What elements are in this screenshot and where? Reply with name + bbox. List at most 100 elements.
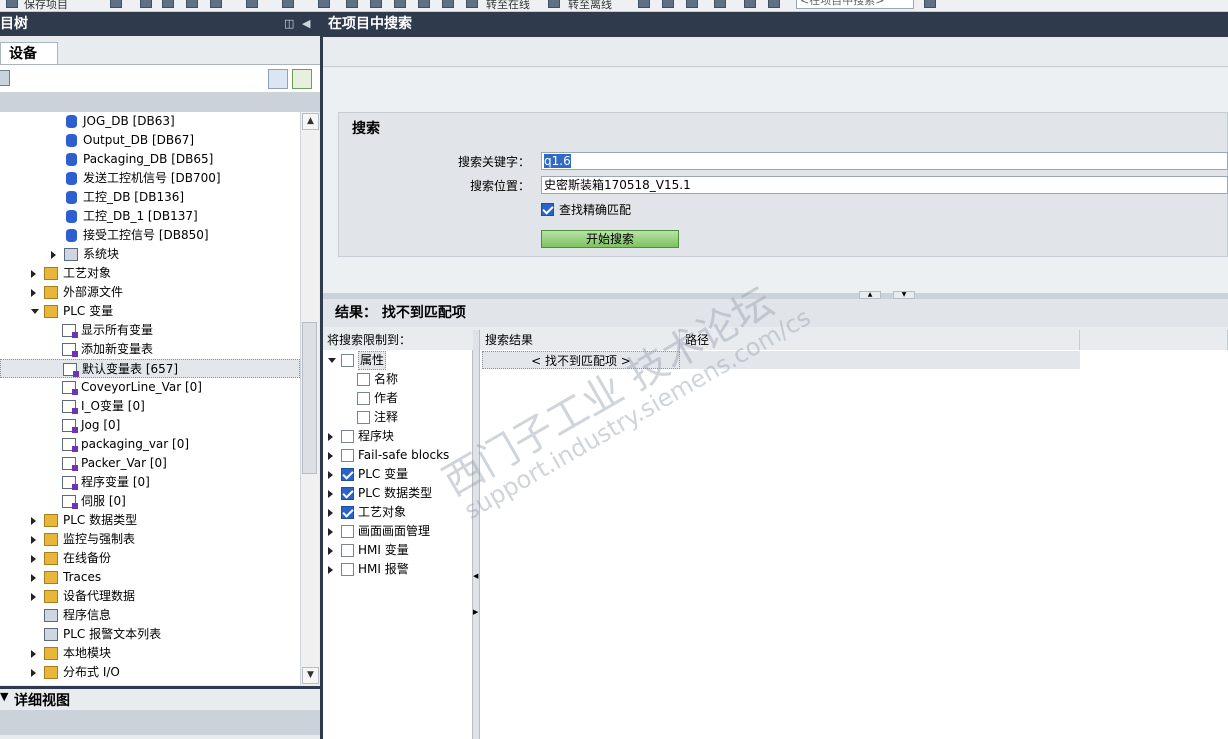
- tree-item[interactable]: 接受工控信号 [DB850]: [0, 226, 300, 245]
- keyword-input[interactable]: q1.6: [541, 152, 1228, 170]
- filter-checkbox[interactable]: [341, 354, 354, 367]
- collapse-arrow-icon[interactable]: [31, 309, 39, 314]
- go-online-icon[interactable]: [466, 0, 478, 8]
- tab-devices[interactable]: 设备: [0, 42, 58, 64]
- expand-arrow-icon[interactable]: [328, 547, 333, 555]
- cut-icon[interactable]: [140, 0, 152, 8]
- tree-item[interactable]: 工控_DB_1 [DB137]: [0, 207, 300, 226]
- scroll-down-button[interactable]: ▼: [302, 667, 319, 684]
- filter-checkbox[interactable]: [341, 468, 354, 481]
- tree-item[interactable]: PLC 报警文本列表: [0, 625, 300, 644]
- split-horizontal-icon[interactable]: [744, 0, 756, 8]
- exact-match-checkbox[interactable]: [541, 203, 554, 216]
- expand-arrow-icon[interactable]: [31, 574, 36, 582]
- filter-checkbox[interactable]: [357, 392, 370, 405]
- save-project-button[interactable]: 保存项目: [24, 0, 68, 11]
- copy-icon[interactable]: [162, 0, 174, 8]
- tree-item[interactable]: 监控与强制表: [0, 530, 300, 549]
- filter-item[interactable]: 名称: [325, 370, 471, 389]
- go-offline-icon[interactable]: [548, 0, 560, 8]
- scrollbar-thumb[interactable]: [302, 322, 317, 474]
- collapse-arrow-icon[interactable]: [328, 358, 336, 363]
- splitter-up-icon[interactable]: ▲: [859, 291, 881, 299]
- tree-item[interactable]: 本地模块: [0, 644, 300, 663]
- tree-item[interactable]: Packaging_DB [DB65]: [0, 150, 300, 169]
- tree-item[interactable]: 程序变量 [0]: [0, 473, 300, 492]
- expand-arrow-icon[interactable]: [328, 528, 333, 536]
- cross-reference-icon[interactable]: [662, 0, 674, 8]
- filter-item[interactable]: HMI 变量: [325, 541, 471, 560]
- tree-item[interactable]: 在线备份: [0, 549, 300, 568]
- tree-item[interactable]: Packer_Var [0]: [0, 454, 300, 473]
- tree-item[interactable]: PLC 数据类型: [0, 511, 300, 530]
- expand-arrow-icon[interactable]: [31, 555, 36, 563]
- table-row[interactable]: < 找不到匹配项 >: [482, 351, 1080, 369]
- tree-item[interactable]: 伺服 [0]: [0, 492, 300, 511]
- filter-item[interactable]: 画面画面管理: [325, 522, 471, 541]
- tree-item[interactable]: 程序信息: [0, 606, 300, 625]
- start-search-button[interactable]: 开始搜索: [541, 230, 679, 248]
- tree-item[interactable]: 添加新变量表: [0, 340, 300, 359]
- expand-arrow-icon[interactable]: [31, 270, 36, 278]
- expand-arrow-icon[interactable]: [31, 517, 36, 525]
- redo-icon[interactable]: [282, 0, 294, 8]
- filter-item[interactable]: 程序块: [325, 427, 471, 446]
- save-project-icon[interactable]: [6, 0, 18, 8]
- filter-item[interactable]: 属性: [325, 351, 471, 370]
- scroll-up-button[interactable]: ▲: [302, 113, 319, 130]
- download-icon[interactable]: [346, 0, 358, 8]
- splitter-down-icon[interactable]: ▼: [893, 291, 915, 299]
- add-device-icon[interactable]: [0, 70, 10, 86]
- splitter-left-icon[interactable]: ◀: [473, 572, 478, 580]
- filter-checkbox[interactable]: [341, 563, 354, 576]
- expand-arrow-icon[interactable]: [31, 289, 36, 297]
- pane-dock-icon[interactable]: ◫: [284, 12, 294, 36]
- tree-item[interactable]: 设备代理数据: [0, 587, 300, 606]
- filter-item[interactable]: 作者: [325, 389, 471, 408]
- filter-checkbox[interactable]: [341, 430, 354, 443]
- tree-item[interactable]: 显示所有变量: [0, 321, 300, 340]
- collapse-pane-icon[interactable]: ◀: [302, 12, 310, 36]
- expand-arrow-icon[interactable]: [328, 566, 333, 574]
- tree-export-icon[interactable]: [292, 69, 312, 89]
- search-go-icon[interactable]: [924, 0, 936, 8]
- compile-icon[interactable]: [318, 0, 330, 8]
- expand-arrow-icon[interactable]: [51, 251, 56, 259]
- filter-checkbox[interactable]: [341, 487, 354, 500]
- filter-item[interactable]: HMI 报警: [325, 560, 471, 579]
- filter-checkbox[interactable]: [357, 373, 370, 386]
- location-input[interactable]: 史密斯装箱170518_V15.1: [541, 176, 1228, 194]
- expand-arrow-icon[interactable]: [31, 650, 36, 658]
- undo-icon[interactable]: [246, 0, 258, 8]
- tree-item[interactable]: JOG_DB [DB63]: [0, 112, 300, 131]
- filter-checkbox[interactable]: [341, 449, 354, 462]
- tree-item[interactable]: 工艺对象: [0, 264, 300, 283]
- tree-item[interactable]: Traces: [0, 568, 300, 587]
- tree-item[interactable]: packaging_var [0]: [0, 435, 300, 454]
- expand-arrow-icon[interactable]: [328, 490, 333, 498]
- tree-view-icon[interactable]: [268, 69, 288, 89]
- filter-checkbox[interactable]: [357, 411, 370, 424]
- tree-item[interactable]: 发送工控机信号 [DB700]: [0, 169, 300, 188]
- tree-item[interactable]: 系统块: [0, 245, 300, 264]
- filter-checkbox[interactable]: [341, 506, 354, 519]
- start-cpu-icon[interactable]: [418, 0, 430, 8]
- close-icon[interactable]: [714, 0, 726, 8]
- go-offline-button[interactable]: 转至离线: [568, 0, 612, 11]
- tree-item[interactable]: 默认变量表 [657]: [0, 359, 300, 378]
- filter-item[interactable]: 注释: [325, 408, 471, 427]
- go-online-button[interactable]: 转至在线: [486, 0, 530, 11]
- expand-arrow-icon[interactable]: [328, 471, 333, 479]
- expand-arrow-icon[interactable]: [31, 669, 36, 677]
- splitter-right-icon[interactable]: ▶: [473, 608, 478, 616]
- stop-cpu-icon[interactable]: [442, 0, 454, 8]
- tree-item[interactable]: 工控_DB [DB136]: [0, 188, 300, 207]
- filter-splitter[interactable]: ◀ ▶: [473, 330, 480, 739]
- tree-item[interactable]: 分布式 I/O: [0, 663, 300, 682]
- upload-icon[interactable]: [370, 0, 382, 8]
- simulation-icon[interactable]: [394, 0, 406, 8]
- paste-icon[interactable]: [186, 0, 198, 8]
- tree-item[interactable]: I_O变量 [0]: [0, 397, 300, 416]
- details-expand-icon[interactable]: ▼: [0, 690, 8, 703]
- project-search-input[interactable]: <在项目中搜索>: [796, 0, 914, 9]
